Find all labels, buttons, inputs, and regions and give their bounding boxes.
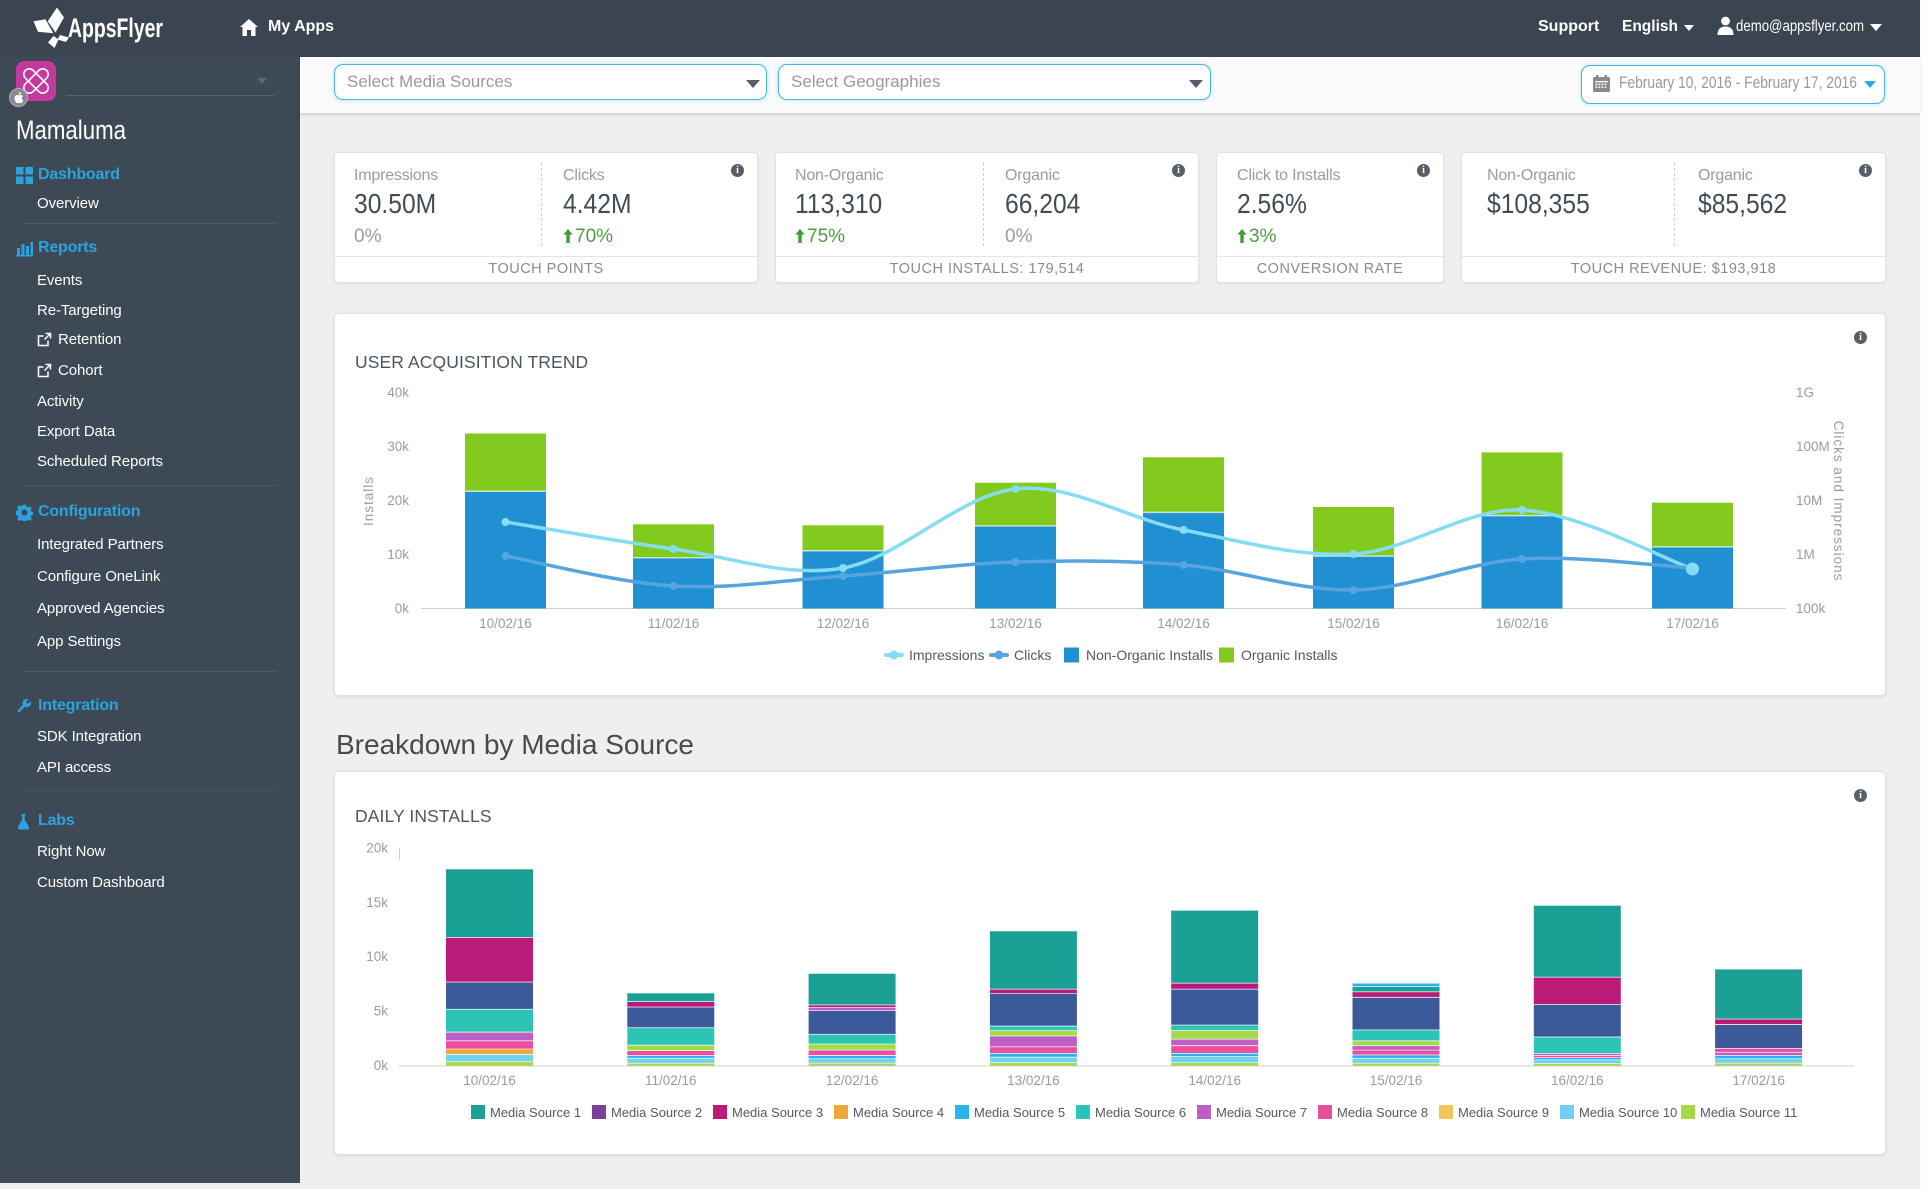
svg-text:Clicks: Clicks [1014,647,1051,663]
svg-text:100k: 100k [1796,601,1826,616]
svg-text:16/02/16: 16/02/16 [1551,1073,1604,1088]
svg-text:11/02/16: 11/02/16 [648,616,700,631]
svg-text:Media Source 3: Media Source 3 [732,1105,823,1120]
svg-text:Media Source 9: Media Source 9 [1458,1105,1549,1120]
svg-text:1G: 1G [1796,385,1814,400]
svg-text:14/02/16: 14/02/16 [1188,1073,1241,1088]
svg-text:10k: 10k [387,547,409,562]
svg-text:15/02/16: 15/02/16 [1370,1073,1423,1088]
svg-text:16/02/16: 16/02/16 [1496,616,1549,631]
svg-text:Media Source 4: Media Source 4 [853,1105,944,1120]
svg-text:15/02/16: 15/02/16 [1327,616,1380,631]
svg-text:12/02/16: 12/02/16 [826,1073,879,1088]
svg-text:12/02/16: 12/02/16 [817,616,870,631]
svg-text:February 10, 2016 - February 1: February 10, 2016 - February 17, 2016 [1619,74,1857,92]
svg-text:0k: 0k [395,601,410,616]
svg-text:demo@appsflyer.com: demo@appsflyer.com [1736,18,1864,35]
svg-text:Media Source 11: Media Source 11 [1700,1105,1797,1120]
svg-text:AppsFlyer: AppsFlyer [68,13,163,43]
svg-text:Media Source 5: Media Source 5 [974,1105,1065,1120]
svg-text:40k: 40k [387,385,409,400]
svg-text:Media Source 2: Media Source 2 [611,1105,702,1120]
svg-text:11/02/16: 11/02/16 [645,1073,697,1088]
svg-text:15k: 15k [366,895,388,910]
svg-text:30k: 30k [387,439,409,454]
svg-text:10M: 10M [1796,493,1822,508]
svg-text:Non-Organic Installs: Non-Organic Installs [1086,647,1213,663]
svg-text:Installs: Installs [361,476,376,526]
svg-text:10k: 10k [366,949,388,964]
svg-text:20k: 20k [366,841,388,856]
svg-text:10/02/16: 10/02/16 [463,1073,516,1088]
svg-text:Clicks and Impressions: Clicks and Impressions [1831,421,1846,582]
svg-text:13/02/16: 13/02/16 [989,616,1042,631]
svg-text:17/02/16: 17/02/16 [1666,616,1719,631]
svg-text:5k: 5k [374,1004,389,1019]
svg-text:100M: 100M [1796,439,1830,454]
svg-text:20k: 20k [387,493,409,508]
svg-text:Media Source 8: Media Source 8 [1337,1105,1428,1120]
svg-text:Mamaluma: Mamaluma [16,115,126,145]
svg-text:1M: 1M [1796,547,1815,562]
svg-text:13/02/16: 13/02/16 [1007,1073,1060,1088]
svg-text:Media Source 6: Media Source 6 [1095,1105,1186,1120]
svg-text:Impressions: Impressions [909,647,984,663]
svg-text:0k: 0k [374,1058,389,1073]
svg-text:10/02/16: 10/02/16 [479,616,532,631]
svg-text:17/02/16: 17/02/16 [1732,1073,1785,1088]
svg-text:Organic Installs: Organic Installs [1241,647,1337,663]
svg-text:Media Source 7: Media Source 7 [1216,1105,1307,1120]
svg-text:Media Source 1: Media Source 1 [490,1105,581,1120]
svg-text:14/02/16: 14/02/16 [1157,616,1210,631]
svg-text:Media Source 10: Media Source 10 [1579,1105,1677,1120]
